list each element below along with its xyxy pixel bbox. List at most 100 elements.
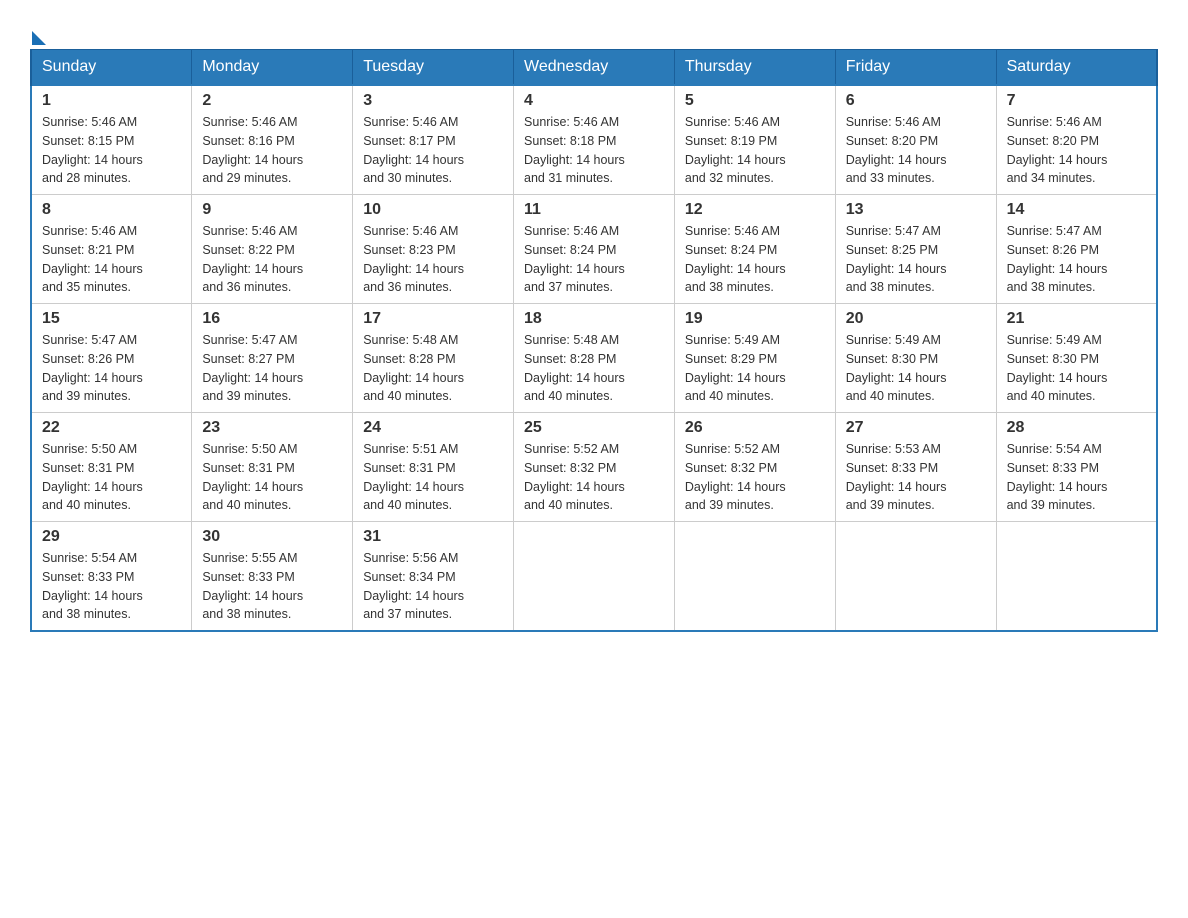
- calendar-cell: 20 Sunrise: 5:49 AMSunset: 8:30 PMDaylig…: [835, 304, 996, 413]
- calendar-cell: 5 Sunrise: 5:46 AMSunset: 8:19 PMDayligh…: [674, 85, 835, 195]
- calendar-cell: 10 Sunrise: 5:46 AMSunset: 8:23 PMDaylig…: [353, 195, 514, 304]
- day-number: 16: [202, 310, 342, 328]
- calendar-cell: 6 Sunrise: 5:46 AMSunset: 8:20 PMDayligh…: [835, 85, 996, 195]
- day-number: 29: [42, 528, 181, 546]
- days-of-week-row: SundayMondayTuesdayWednesdayThursdayFrid…: [31, 50, 1157, 86]
- day-number: 12: [685, 201, 825, 219]
- day-number: 18: [524, 310, 664, 328]
- day-info: Sunrise: 5:49 AMSunset: 8:29 PMDaylight:…: [685, 331, 825, 406]
- calendar-cell: 23 Sunrise: 5:50 AMSunset: 8:31 PMDaylig…: [192, 413, 353, 522]
- day-number: 1: [42, 92, 181, 110]
- day-info: Sunrise: 5:54 AMSunset: 8:33 PMDaylight:…: [1007, 440, 1146, 515]
- day-number: 9: [202, 201, 342, 219]
- day-info: Sunrise: 5:46 AMSunset: 8:16 PMDaylight:…: [202, 113, 342, 188]
- day-info: Sunrise: 5:46 AMSunset: 8:15 PMDaylight:…: [42, 113, 181, 188]
- day-info: Sunrise: 5:46 AMSunset: 8:24 PMDaylight:…: [524, 222, 664, 297]
- day-header-tuesday: Tuesday: [353, 50, 514, 86]
- day-info: Sunrise: 5:48 AMSunset: 8:28 PMDaylight:…: [524, 331, 664, 406]
- calendar-cell: 25 Sunrise: 5:52 AMSunset: 8:32 PMDaylig…: [514, 413, 675, 522]
- day-number: 7: [1007, 92, 1146, 110]
- day-number: 28: [1007, 419, 1146, 437]
- calendar-cell: 15 Sunrise: 5:47 AMSunset: 8:26 PMDaylig…: [31, 304, 192, 413]
- calendar-cell: 13 Sunrise: 5:47 AMSunset: 8:25 PMDaylig…: [835, 195, 996, 304]
- day-number: 10: [363, 201, 503, 219]
- day-header-wednesday: Wednesday: [514, 50, 675, 86]
- day-header-monday: Monday: [192, 50, 353, 86]
- day-info: Sunrise: 5:46 AMSunset: 8:20 PMDaylight:…: [846, 113, 986, 188]
- calendar-cell: 7 Sunrise: 5:46 AMSunset: 8:20 PMDayligh…: [996, 85, 1157, 195]
- day-number: 27: [846, 419, 986, 437]
- week-row-3: 15 Sunrise: 5:47 AMSunset: 8:26 PMDaylig…: [31, 304, 1157, 413]
- calendar-cell: [996, 522, 1157, 632]
- day-number: 23: [202, 419, 342, 437]
- calendar-cell: 21 Sunrise: 5:49 AMSunset: 8:30 PMDaylig…: [996, 304, 1157, 413]
- day-info: Sunrise: 5:48 AMSunset: 8:28 PMDaylight:…: [363, 331, 503, 406]
- day-header-sunday: Sunday: [31, 50, 192, 86]
- day-info: Sunrise: 5:46 AMSunset: 8:19 PMDaylight:…: [685, 113, 825, 188]
- calendar-cell: 19 Sunrise: 5:49 AMSunset: 8:29 PMDaylig…: [674, 304, 835, 413]
- day-number: 24: [363, 419, 503, 437]
- page-header: [30, 20, 1158, 39]
- day-info: Sunrise: 5:46 AMSunset: 8:18 PMDaylight:…: [524, 113, 664, 188]
- day-info: Sunrise: 5:52 AMSunset: 8:32 PMDaylight:…: [524, 440, 664, 515]
- calendar-cell: 24 Sunrise: 5:51 AMSunset: 8:31 PMDaylig…: [353, 413, 514, 522]
- calendar-cell: 18 Sunrise: 5:48 AMSunset: 8:28 PMDaylig…: [514, 304, 675, 413]
- calendar-cell: [514, 522, 675, 632]
- day-info: Sunrise: 5:47 AMSunset: 8:26 PMDaylight:…: [42, 331, 181, 406]
- day-info: Sunrise: 5:46 AMSunset: 8:24 PMDaylight:…: [685, 222, 825, 297]
- calendar-cell: 27 Sunrise: 5:53 AMSunset: 8:33 PMDaylig…: [835, 413, 996, 522]
- day-number: 30: [202, 528, 342, 546]
- calendar-cell: 3 Sunrise: 5:46 AMSunset: 8:17 PMDayligh…: [353, 85, 514, 195]
- calendar-cell: 9 Sunrise: 5:46 AMSunset: 8:22 PMDayligh…: [192, 195, 353, 304]
- day-info: Sunrise: 5:53 AMSunset: 8:33 PMDaylight:…: [846, 440, 986, 515]
- week-row-5: 29 Sunrise: 5:54 AMSunset: 8:33 PMDaylig…: [31, 522, 1157, 632]
- day-number: 6: [846, 92, 986, 110]
- calendar-cell: 12 Sunrise: 5:46 AMSunset: 8:24 PMDaylig…: [674, 195, 835, 304]
- day-number: 14: [1007, 201, 1146, 219]
- calendar-cell: 29 Sunrise: 5:54 AMSunset: 8:33 PMDaylig…: [31, 522, 192, 632]
- calendar-cell: 30 Sunrise: 5:55 AMSunset: 8:33 PMDaylig…: [192, 522, 353, 632]
- day-info: Sunrise: 5:49 AMSunset: 8:30 PMDaylight:…: [1007, 331, 1146, 406]
- day-header-friday: Friday: [835, 50, 996, 86]
- day-info: Sunrise: 5:49 AMSunset: 8:30 PMDaylight:…: [846, 331, 986, 406]
- day-number: 25: [524, 419, 664, 437]
- logo-arrow-icon: [32, 31, 46, 45]
- calendar-cell: 26 Sunrise: 5:52 AMSunset: 8:32 PMDaylig…: [674, 413, 835, 522]
- calendar-cell: 22 Sunrise: 5:50 AMSunset: 8:31 PMDaylig…: [31, 413, 192, 522]
- calendar-table: SundayMondayTuesdayWednesdayThursdayFrid…: [30, 49, 1158, 632]
- day-header-thursday: Thursday: [674, 50, 835, 86]
- day-number: 11: [524, 201, 664, 219]
- day-number: 15: [42, 310, 181, 328]
- day-number: 8: [42, 201, 181, 219]
- day-info: Sunrise: 5:50 AMSunset: 8:31 PMDaylight:…: [202, 440, 342, 515]
- day-info: Sunrise: 5:55 AMSunset: 8:33 PMDaylight:…: [202, 549, 342, 624]
- day-number: 21: [1007, 310, 1146, 328]
- calendar-cell: 11 Sunrise: 5:46 AMSunset: 8:24 PMDaylig…: [514, 195, 675, 304]
- day-info: Sunrise: 5:47 AMSunset: 8:25 PMDaylight:…: [846, 222, 986, 297]
- logo: [30, 20, 46, 39]
- calendar-cell: [674, 522, 835, 632]
- calendar-cell: 4 Sunrise: 5:46 AMSunset: 8:18 PMDayligh…: [514, 85, 675, 195]
- day-number: 5: [685, 92, 825, 110]
- day-number: 19: [685, 310, 825, 328]
- day-info: Sunrise: 5:54 AMSunset: 8:33 PMDaylight:…: [42, 549, 181, 624]
- day-info: Sunrise: 5:51 AMSunset: 8:31 PMDaylight:…: [363, 440, 503, 515]
- calendar-cell: 28 Sunrise: 5:54 AMSunset: 8:33 PMDaylig…: [996, 413, 1157, 522]
- week-row-2: 8 Sunrise: 5:46 AMSunset: 8:21 PMDayligh…: [31, 195, 1157, 304]
- day-number: 2: [202, 92, 342, 110]
- week-row-1: 1 Sunrise: 5:46 AMSunset: 8:15 PMDayligh…: [31, 85, 1157, 195]
- calendar-cell: 17 Sunrise: 5:48 AMSunset: 8:28 PMDaylig…: [353, 304, 514, 413]
- day-info: Sunrise: 5:50 AMSunset: 8:31 PMDaylight:…: [42, 440, 181, 515]
- day-number: 4: [524, 92, 664, 110]
- day-number: 26: [685, 419, 825, 437]
- calendar-header: SundayMondayTuesdayWednesdayThursdayFrid…: [31, 50, 1157, 86]
- day-number: 3: [363, 92, 503, 110]
- day-info: Sunrise: 5:46 AMSunset: 8:23 PMDaylight:…: [363, 222, 503, 297]
- day-number: 22: [42, 419, 181, 437]
- day-info: Sunrise: 5:46 AMSunset: 8:22 PMDaylight:…: [202, 222, 342, 297]
- day-info: Sunrise: 5:56 AMSunset: 8:34 PMDaylight:…: [363, 549, 503, 624]
- day-info: Sunrise: 5:46 AMSunset: 8:21 PMDaylight:…: [42, 222, 181, 297]
- day-number: 20: [846, 310, 986, 328]
- day-info: Sunrise: 5:46 AMSunset: 8:20 PMDaylight:…: [1007, 113, 1146, 188]
- day-info: Sunrise: 5:47 AMSunset: 8:26 PMDaylight:…: [1007, 222, 1146, 297]
